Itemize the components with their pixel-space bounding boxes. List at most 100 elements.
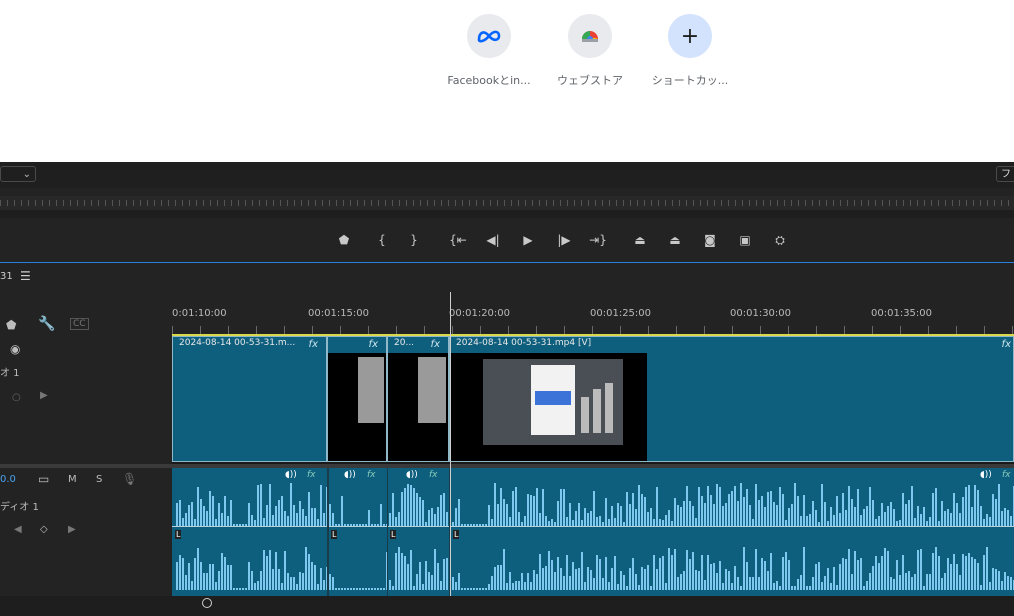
waveform-bar <box>542 568 544 590</box>
waveform-bar <box>275 506 277 526</box>
waveform-bar <box>212 496 214 526</box>
solo-button[interactable]: S <box>96 474 102 485</box>
prev-keyframe-icon[interactable]: ◀ <box>14 524 22 535</box>
waveform-bar <box>431 575 433 590</box>
step-forward-icon[interactable]: |▶ <box>554 230 574 250</box>
waveform-bar <box>833 567 835 590</box>
mute-button[interactable]: M <box>68 474 77 485</box>
audio-volume[interactable]: 0.0 <box>0 474 16 485</box>
waveform-bar <box>548 551 550 590</box>
captions-icon[interactable]: CC <box>70 318 89 330</box>
waveform-bar <box>329 504 331 526</box>
video-clip[interactable]: fx <box>327 336 387 462</box>
shortcut-facebook[interactable]: Facebookとin... <box>439 14 539 88</box>
waveform-bar <box>296 584 298 590</box>
waveform-bar <box>836 496 838 526</box>
waveform-bar <box>278 569 280 590</box>
waveform-bar <box>665 515 667 526</box>
shortcut-web-store[interactable]: ウェブストア <box>540 14 640 88</box>
waveform-bar <box>797 496 799 526</box>
waveform-bar <box>260 484 262 526</box>
waveform-bar <box>995 569 997 590</box>
audio-keyframe-icon[interactable]: ◖)) <box>406 470 418 480</box>
eye-icon[interactable]: ◉ <box>10 342 20 356</box>
next-keyframe-icon[interactable]: ▶ <box>68 524 76 535</box>
mark-in-icon[interactable]: { <box>372 230 392 250</box>
waveform-bar <box>761 496 763 526</box>
audio-clip-edge[interactable] <box>327 468 329 596</box>
audio-keyframe-icon[interactable]: ◖)) <box>344 470 356 480</box>
play-icon[interactable]: ▶ <box>518 230 538 250</box>
proxy-toggle-icon[interactable]: ⛭ <box>770 230 790 250</box>
waveform-bar <box>824 502 826 526</box>
waveform-bar <box>722 506 724 526</box>
waveform-bar <box>245 588 247 590</box>
shortcut-label: Facebookとin... <box>447 74 531 87</box>
waveform-bar <box>587 513 589 526</box>
waveform-bar <box>617 503 619 526</box>
compare-view-icon[interactable]: ▣ <box>735 230 755 250</box>
shortcut-add[interactable]: + ショートカッ... <box>640 14 740 88</box>
waveform-bar <box>701 555 703 590</box>
waveform-bar <box>398 512 400 526</box>
keyframe-dot-icon[interactable]: ○ <box>12 392 21 403</box>
waveform-bar <box>989 582 991 590</box>
waveform-bar <box>989 517 991 526</box>
waveform-bar <box>488 584 490 590</box>
chevron-down-icon[interactable]: ⌄ <box>0 166 36 182</box>
waveform-bar <box>824 576 826 590</box>
voice-over-icon[interactable]: ▭ <box>38 472 49 486</box>
wrench-icon[interactable]: 🔧 <box>38 316 55 332</box>
playhead[interactable] <box>450 292 451 616</box>
waveform-bar <box>344 588 346 590</box>
waveform-bar <box>893 509 895 526</box>
waveform-bar <box>839 564 841 590</box>
waveform-bar <box>431 508 433 526</box>
video-clip[interactable]: 2024-08-14 00-53-31.mp4 [V] fx <box>449 336 1014 462</box>
waveform-bar <box>248 503 250 526</box>
next-keyframe-icon[interactable]: ▶ <box>40 390 48 401</box>
waveform-bar <box>416 493 418 526</box>
audio-clip-edge[interactable] <box>387 468 388 596</box>
waveform-bar <box>764 507 766 526</box>
go-to-out-icon[interactable]: ⇥} <box>588 230 608 250</box>
add-marker-icon[interactable]: ⬟ <box>334 230 354 250</box>
waveform-bar <box>932 493 934 526</box>
lift-icon[interactable]: ⏏ <box>630 230 650 250</box>
right-menu-button[interactable]: フ <box>996 166 1014 182</box>
waveform-bar <box>803 495 805 526</box>
program-monitor-ruler[interactable] <box>0 196 1014 210</box>
waveform-bar <box>785 552 787 590</box>
waveform-bar <box>251 571 253 590</box>
waveform-bar <box>197 548 199 590</box>
waveform-bar <box>866 581 868 590</box>
waveform-bar <box>917 550 919 590</box>
audio-keyframe-icon[interactable]: ◖)) <box>285 470 297 480</box>
waveform-bar <box>1010 577 1012 590</box>
video-clip[interactable]: 20... fx <box>387 336 449 462</box>
video-clip[interactable]: 2024-08-14 00-53-31.m... fx <box>172 336 327 462</box>
waveform-bar <box>935 547 937 590</box>
extract-icon[interactable]: ⏏ <box>665 230 685 250</box>
menu-icon[interactable]: ☰ <box>20 269 31 283</box>
waveform-bar <box>350 588 352 590</box>
mark-out-icon[interactable]: } <box>404 230 424 250</box>
waveform-bar <box>281 583 283 590</box>
camera-icon[interactable]: ◙ <box>700 230 720 250</box>
waveform-bar <box>857 560 859 590</box>
zoom-scroll-handle[interactable] <box>202 598 212 608</box>
go-to-in-icon[interactable]: {⇤ <box>448 230 468 250</box>
waveform-bar <box>335 588 337 590</box>
audio-keyframe-icon[interactable]: ◖)) <box>980 470 992 480</box>
sequence-tab[interactable]: 31 ☰ <box>0 263 1014 291</box>
add-keyframe-icon[interactable]: ◇ <box>40 524 48 535</box>
timeline-scrollbar[interactable] <box>0 596 1014 616</box>
waveform-bar <box>191 502 193 526</box>
waveform-bar <box>881 556 883 590</box>
microphone-icon[interactable]: 🎙 <box>122 472 137 486</box>
volume-rubber-band[interactable] <box>172 526 1014 527</box>
waveform-bar <box>695 570 697 590</box>
marker-icon[interactable]: ⬟ <box>6 318 16 332</box>
waveform-bar <box>230 565 232 590</box>
step-back-icon[interactable]: ◀| <box>483 230 503 250</box>
